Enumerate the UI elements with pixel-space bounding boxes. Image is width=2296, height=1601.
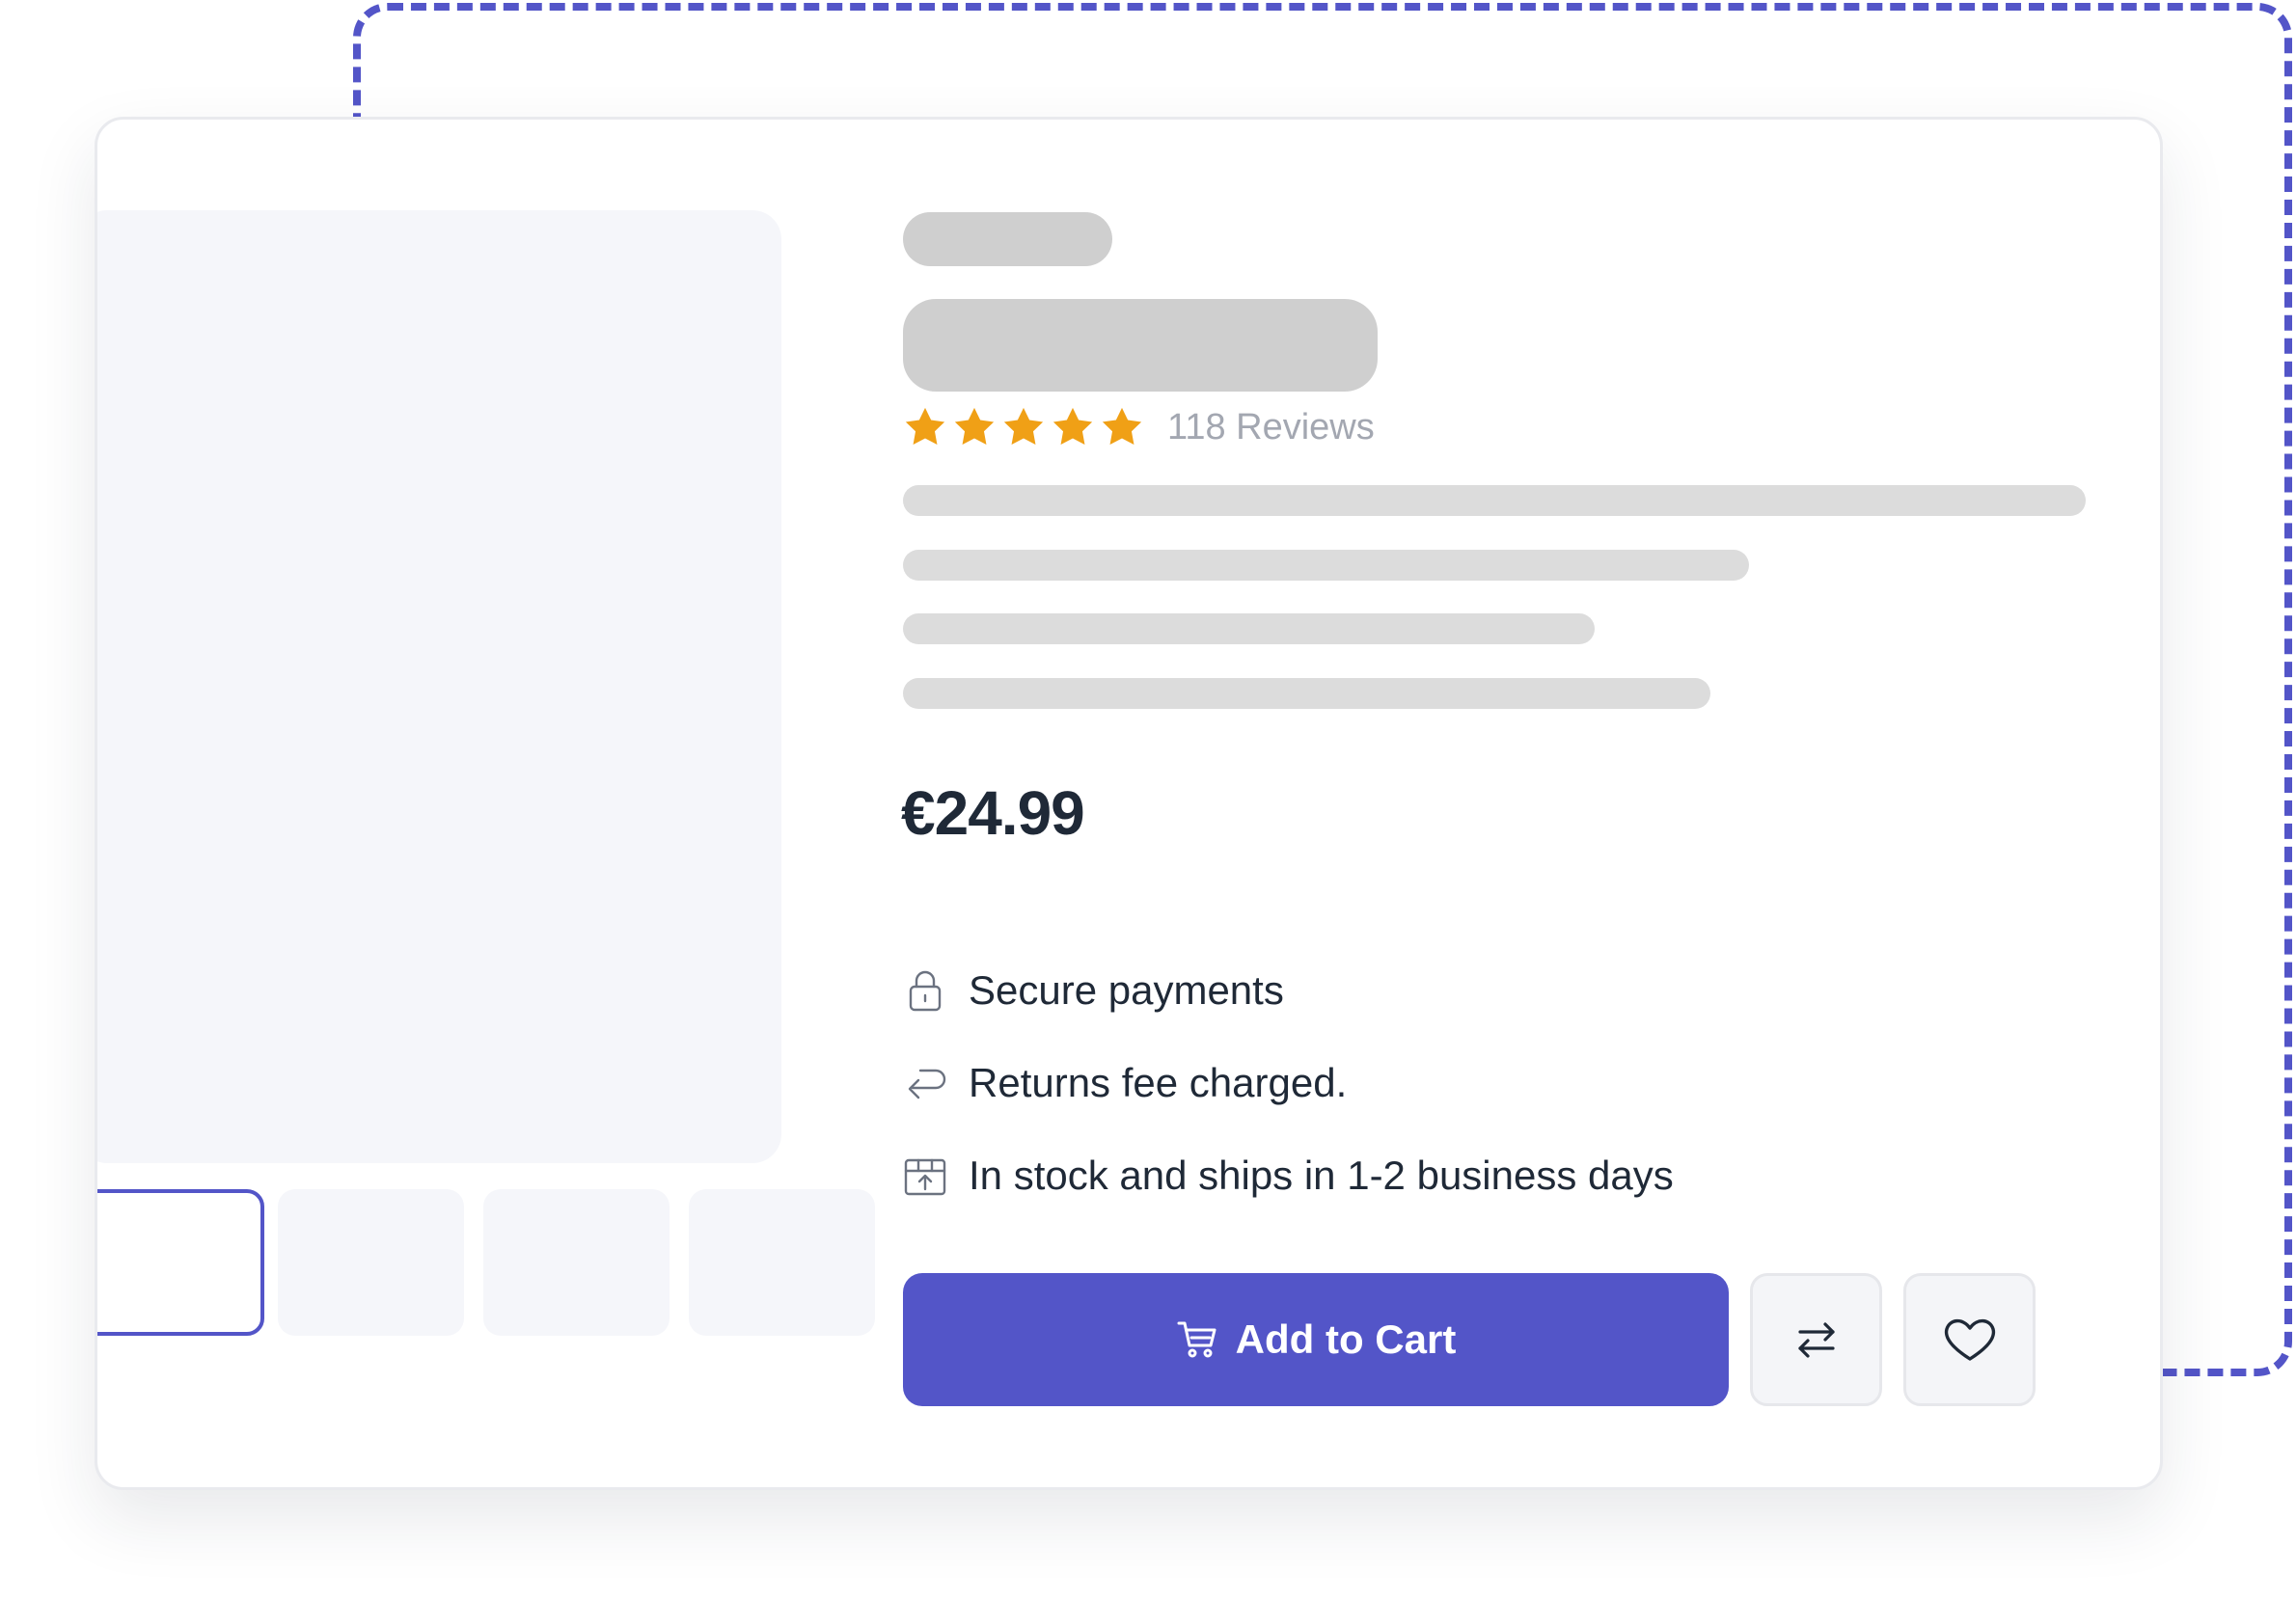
product-price: €24.99: [901, 778, 1085, 848]
stage: 118 Reviews €24.99 Secure payments Retur…: [0, 0, 2296, 1601]
feature-text: In stock and ships in 1-2 business days: [969, 1153, 1674, 1198]
category-skeleton: [903, 212, 1112, 266]
description-skeleton-line: [903, 550, 1749, 581]
feature-text: Returns fee charged.: [969, 1060, 1348, 1105]
box-upload-icon: [904, 1158, 946, 1196]
feature-text: Secure payments: [969, 967, 1284, 1013]
star-icon: [1102, 407, 1142, 446]
reviews-count[interactable]: 118 Reviews: [1167, 405, 1375, 449]
thumbnail-1-selected[interactable]: [97, 1189, 264, 1336]
add-to-cart-label: Add to Cart: [1235, 1316, 1457, 1362]
star-icon: [954, 407, 995, 446]
feature-shipping: In stock and ships in 1-2 business days: [901, 1152, 1674, 1200]
wishlist-button[interactable]: [1903, 1273, 2036, 1406]
heart-icon: [1944, 1318, 1995, 1361]
compare-button[interactable]: [1750, 1273, 1882, 1406]
star-icon: [1003, 407, 1044, 446]
star-icon: [1052, 407, 1093, 446]
feature-secure-payments: Secure payments: [901, 966, 1284, 1015]
cart-icon: [1177, 1321, 1216, 1358]
star-icon: [905, 407, 945, 446]
thumbnail-3[interactable]: [483, 1189, 670, 1336]
thumbnail-2[interactable]: [278, 1189, 464, 1336]
add-to-cart-button[interactable]: Add to Cart: [903, 1273, 1729, 1406]
description-skeleton-line: [903, 613, 1595, 644]
product-main-image-placeholder: [97, 210, 781, 1163]
thumbnail-4[interactable]: [689, 1189, 875, 1336]
feature-returns: Returns fee charged.: [901, 1059, 1347, 1107]
return-arrow-icon: [908, 1069, 946, 1099]
title-skeleton: [903, 299, 1378, 392]
product-card: 118 Reviews €24.99 Secure payments Retur…: [95, 117, 2163, 1490]
star-rating: [903, 405, 1144, 449]
description-skeleton-line: [903, 678, 1710, 709]
swap-arrows-icon: [1797, 1322, 1835, 1358]
rating: 118 Reviews: [903, 405, 1375, 449]
description-skeleton-line: [903, 485, 2086, 516]
lock-icon: [909, 970, 942, 1012]
